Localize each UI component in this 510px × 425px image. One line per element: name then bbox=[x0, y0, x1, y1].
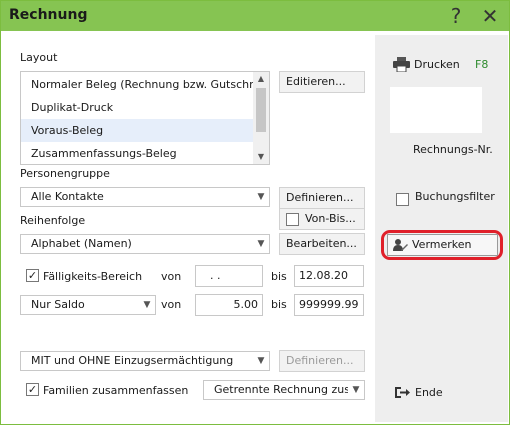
von-bis-button[interactable]: Von-Bis... bbox=[279, 208, 365, 230]
list-item[interactable]: Zusammenfassungs-Beleg bbox=[21, 142, 253, 164]
faelligkeit-bis-input[interactable]: 12.08.20 bbox=[294, 265, 364, 287]
buchungsfilter-checkbox[interactable] bbox=[396, 193, 409, 206]
end-button[interactable]: Ende bbox=[395, 383, 485, 403]
scroll-thumb[interactable] bbox=[256, 88, 266, 132]
sidebar: Drucken F8 Rechnungs-Nr. Buchungsfilter … bbox=[375, 35, 508, 422]
saldo-von-label: von bbox=[161, 298, 182, 311]
window-title: Rechnung bbox=[9, 7, 88, 23]
print-button[interactable]: Drucken F8 bbox=[393, 55, 503, 77]
invoice-number-label: Rechnungs-Nr. bbox=[413, 143, 493, 156]
invoice-number-box[interactable] bbox=[390, 87, 482, 133]
von-bis-checkbox[interactable] bbox=[286, 213, 299, 226]
einzug-select[interactable]: MIT und OHNE Einzugsermächtigung ▼ bbox=[20, 351, 270, 371]
buchungsfilter-label: Buchungsfilter bbox=[415, 190, 495, 203]
von-bis-label: Von-Bis... bbox=[305, 212, 356, 225]
personengruppe-select[interactable]: Alle Kontakte ▼ bbox=[20, 187, 270, 207]
personengruppe-value: Alle Kontakte bbox=[31, 190, 104, 203]
list-item-selected[interactable]: Voraus-Beleg bbox=[21, 119, 253, 142]
print-label: Drucken bbox=[414, 58, 460, 71]
chevron-down-icon[interactable]: ▼ bbox=[139, 296, 155, 314]
einzug-value: MIT und OHNE Einzugsermächtigung bbox=[31, 354, 234, 367]
define-einzug-button[interactable]: Definieren... bbox=[279, 350, 365, 372]
faelligkeit-label: Fälligkeits-Bereich bbox=[43, 270, 143, 283]
faelligkeit-bis-label: bis bbox=[271, 270, 287, 283]
layout-list[interactable]: Normaler Beleg (Rechnung bzw. Gutschrift… bbox=[20, 71, 270, 165]
list-item[interactable]: Normaler Beleg (Rechnung bzw. Gutschrift… bbox=[21, 73, 253, 96]
familien-select[interactable]: Getrennte Rechnung zusammenfassen ▼ bbox=[203, 380, 365, 400]
reihenfolge-select[interactable]: Alphabet (Namen) ▼ bbox=[20, 234, 270, 254]
end-label: Ende bbox=[415, 386, 443, 399]
saldo-von-input[interactable]: 5.00 bbox=[195, 294, 263, 316]
title-bar: Rechnung ? ✕ bbox=[1, 1, 509, 31]
saldo-bis-input[interactable]: 999999.99 bbox=[294, 294, 364, 316]
layout-label: Layout bbox=[20, 51, 58, 64]
edit-layout-button[interactable]: Editieren... bbox=[279, 71, 365, 93]
familien-value: Getrennte Rechnung zusammenfassen bbox=[214, 383, 364, 396]
saldo-bis-label: bis bbox=[271, 298, 287, 311]
help-icon[interactable]: ? bbox=[443, 3, 469, 29]
define-group-button[interactable]: Definieren... bbox=[279, 187, 365, 209]
list-item[interactable]: Duplikat-Druck bbox=[21, 96, 253, 119]
familien-label: Familien zusammenfassen bbox=[43, 384, 189, 397]
faelligkeit-von-label: von bbox=[161, 270, 182, 283]
saldo-select[interactable]: Nur Saldo ▼ bbox=[20, 295, 156, 315]
vermerken-button[interactable]: Vermerken bbox=[387, 234, 498, 256]
edit-order-button[interactable]: Bearbeiten... bbox=[279, 233, 365, 255]
chevron-down-icon[interactable]: ▼ bbox=[253, 352, 269, 370]
faelligkeit-checkbox[interactable]: ✓ bbox=[26, 269, 39, 282]
user-note-icon bbox=[393, 239, 408, 251]
close-icon[interactable]: ✕ bbox=[477, 3, 503, 29]
vermerken-label: Vermerken bbox=[412, 238, 472, 251]
reihenfolge-label: Reihenfolge bbox=[20, 214, 86, 227]
saldo-value: Nur Saldo bbox=[31, 298, 85, 311]
scroll-up-icon[interactable]: ▲ bbox=[253, 72, 269, 86]
main-panel: Layout Normaler Beleg (Rechnung bzw. Gut… bbox=[5, 35, 370, 422]
layout-scrollbar[interactable]: ▲ ▼ bbox=[253, 72, 269, 164]
scroll-down-icon[interactable]: ▼ bbox=[253, 150, 269, 164]
personengruppe-label: Personengruppe bbox=[20, 167, 110, 180]
familien-checkbox[interactable]: ✓ bbox=[26, 383, 39, 396]
chevron-down-icon[interactable]: ▼ bbox=[253, 188, 269, 206]
print-shortcut: F8 bbox=[475, 58, 489, 71]
printer-icon bbox=[393, 57, 410, 72]
dialog-window: Rechnung ? ✕ Layout Normaler Beleg (Rech… bbox=[0, 0, 510, 425]
chevron-down-icon[interactable]: ▼ bbox=[253, 235, 269, 253]
exit-icon bbox=[395, 387, 410, 398]
chevron-down-icon[interactable]: ▼ bbox=[348, 381, 364, 399]
reihenfolge-value: Alphabet (Namen) bbox=[31, 237, 132, 250]
faelligkeit-von-input[interactable]: . . bbox=[195, 265, 263, 287]
